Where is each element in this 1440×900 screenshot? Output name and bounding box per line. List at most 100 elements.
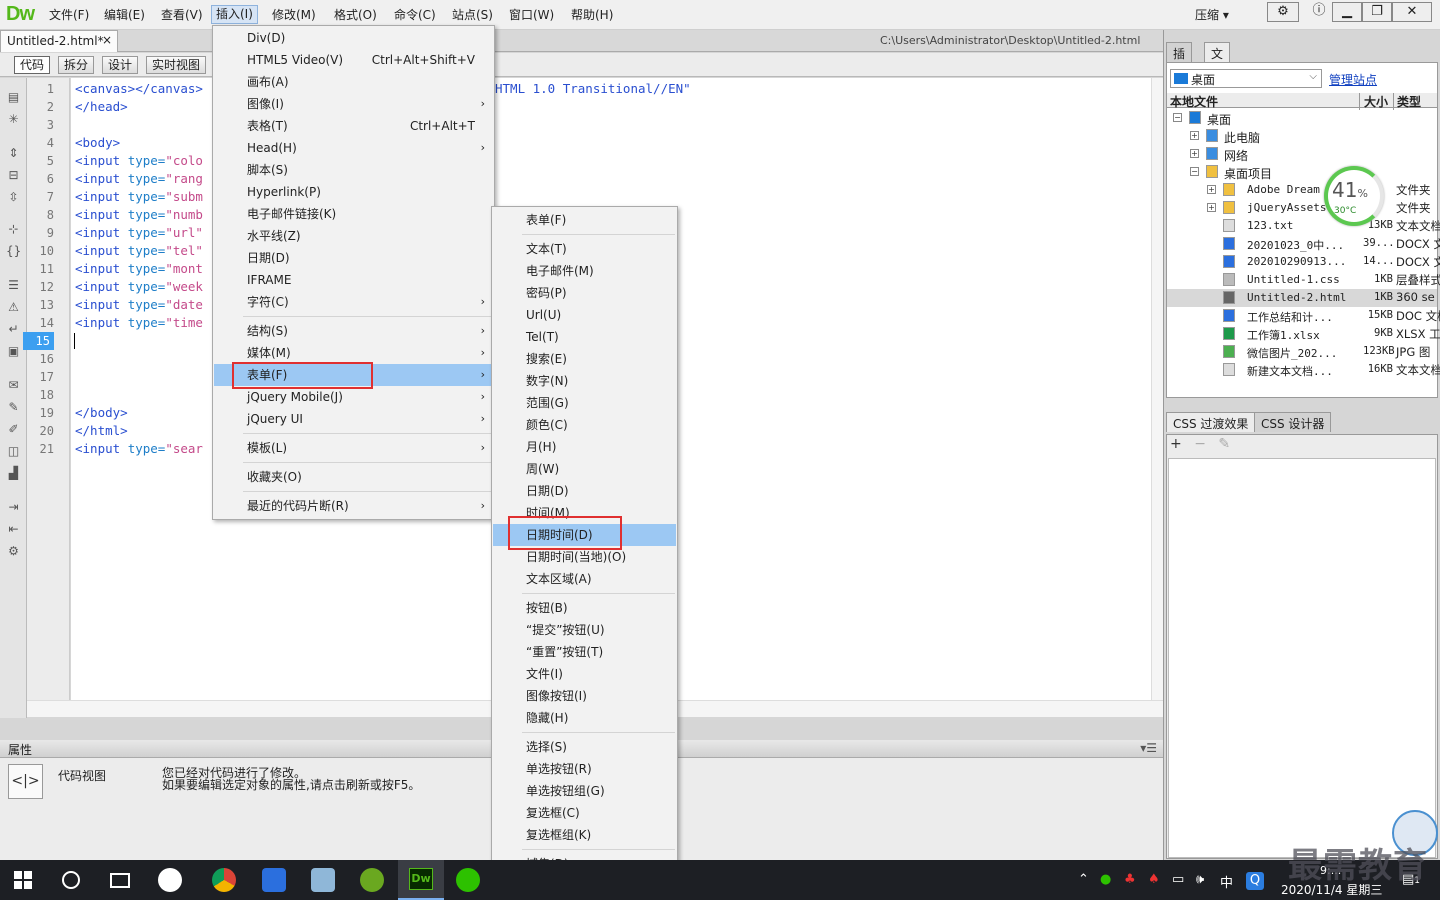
- tree-expander-icon[interactable]: +: [1207, 203, 1216, 212]
- form-menu-item[interactable]: 月(H): [493, 436, 676, 458]
- tab-files[interactable]: 文件: [1204, 42, 1231, 78]
- insert-menu-item[interactable]: 脚本(S): [214, 159, 493, 181]
- insert-menu-item[interactable]: Div(D): [214, 27, 493, 49]
- insert-menu-item[interactable]: jQuery Mobile(J) ›: [214, 386, 493, 408]
- menu-2[interactable]: 编辑(E): [104, 6, 145, 23]
- open-documents-icon[interactable]: ▤: [6, 90, 21, 104]
- form-menu-item[interactable]: 文件(I): [493, 663, 676, 685]
- compress-button[interactable]: 压缩 ▾: [1195, 6, 1229, 23]
- form-menu-item[interactable]: 日期(D): [493, 480, 676, 502]
- word-wrap-icon[interactable]: ↵: [6, 322, 21, 336]
- file-tree-row[interactable]: 20201023_0中... 39... DOCX 文: [1167, 235, 1440, 253]
- insert-menu-item[interactable]: 字符(C) ›: [214, 291, 493, 313]
- insert-menu-item[interactable]: 模板(L) ›: [214, 437, 493, 459]
- file-tree-row[interactable]: + jQueryAssets 文件夹: [1167, 199, 1437, 217]
- form-menu-item[interactable]: 密码(P): [493, 282, 676, 304]
- wechat-icon[interactable]: [456, 868, 480, 892]
- wps-writer-icon[interactable]: [262, 868, 286, 892]
- file-tree-row[interactable]: + 此电脑: [1167, 127, 1437, 145]
- tray-wechat-icon[interactable]: ●: [1100, 872, 1111, 887]
- tab-insert[interactable]: 插入: [1166, 42, 1193, 78]
- form-menu-item[interactable]: 搜索(E): [493, 348, 676, 370]
- insert-menu-item[interactable]: 画布(A): [214, 71, 493, 93]
- insert-menu-item[interactable]: 结构(S) ›: [214, 320, 493, 342]
- form-menu-item[interactable]: 按钮(B): [493, 597, 676, 619]
- minimize-icon[interactable]: ▁: [1332, 2, 1362, 22]
- document-tab[interactable]: Untitled-2.html* ×: [0, 30, 118, 52]
- file-tree-row[interactable]: 微信图片_202... 123KB JPG 图: [1167, 343, 1437, 361]
- insert-menu-item[interactable]: HTML5 Video(V) Ctrl+Alt+Shift+V: [214, 49, 493, 71]
- form-menu-item[interactable]: “重置”按钮(T): [493, 641, 676, 663]
- insert-menu-item[interactable]: 电子邮件链接(K): [214, 203, 493, 225]
- syntax-coloring-icon[interactable]: ▣: [6, 344, 21, 358]
- form-menu-item[interactable]: Url(U): [493, 304, 676, 326]
- file-tree-row[interactable]: Untitled-2.html 1KB 360 se: [1167, 289, 1437, 307]
- menu-6[interactable]: 格式(O): [334, 6, 377, 23]
- split-view-button[interactable]: 拆分: [58, 56, 95, 74]
- remove-icon[interactable]: −: [1194, 436, 1206, 452]
- edit-icon[interactable]: ✎: [1218, 436, 1230, 452]
- notepad-icon[interactable]: [311, 868, 335, 892]
- form-menu-item[interactable]: 单选按钮(R): [493, 758, 676, 780]
- ime-indicator[interactable]: 中: [1220, 872, 1233, 891]
- close-tab-icon[interactable]: ×: [102, 33, 112, 47]
- indent-code-icon[interactable]: ⇥: [6, 500, 21, 514]
- wrap-tag-icon[interactable]: ✐: [6, 422, 21, 436]
- insert-menu-item[interactable]: IFRAME: [214, 269, 493, 291]
- file-tree-row[interactable]: 工作簿1.xlsx 9KB XLSX 工: [1167, 325, 1440, 343]
- insert-menu-item[interactable]: 表格(T) Ctrl+Alt+T: [214, 115, 493, 137]
- show-code-navigator-icon[interactable]: ✳: [6, 112, 21, 126]
- file-tree-row[interactable]: 123.txt 13KB 文本文档: [1167, 217, 1440, 235]
- file-tree-row[interactable]: + 网络: [1167, 145, 1437, 163]
- form-menu-item[interactable]: 复选框组(K): [493, 824, 676, 846]
- form-menu-item[interactable]: 隐藏(H): [493, 707, 676, 729]
- file-tree-row[interactable]: 新建文本文档... 16KB 文本文档: [1167, 361, 1440, 379]
- file-tree-row[interactable]: 工作总结和计... 15KBDOC 文档: [1167, 307, 1440, 325]
- collapse-selection-icon[interactable]: ⊟: [6, 168, 21, 182]
- menu-10[interactable]: 帮助(H): [571, 6, 613, 23]
- design-view-button[interactable]: 设计: [102, 56, 139, 74]
- remove-comment-icon[interactable]: ✎: [6, 400, 21, 414]
- insert-menu-item[interactable]: Head(H) ›: [214, 137, 493, 159]
- task-view-icon[interactable]: [110, 873, 130, 888]
- select-parent-tag-icon[interactable]: ⊹: [6, 222, 21, 236]
- menu-9[interactable]: 窗口(W): [509, 6, 554, 23]
- search-icon[interactable]: [62, 871, 80, 889]
- tray-chevron-up-icon[interactable]: ⌃: [1078, 872, 1089, 887]
- outdent-code-icon[interactable]: ⇤: [6, 522, 21, 536]
- column-type[interactable]: 类型: [1393, 93, 1421, 110]
- file-tree-row[interactable]: − 桌面项目: [1167, 163, 1437, 181]
- melon-app-icon[interactable]: [360, 868, 384, 892]
- column-local-files[interactable]: 本地文件: [1170, 93, 1218, 110]
- insert-menu-item[interactable]: 日期(D): [214, 247, 493, 269]
- code-vertical-scrollbar[interactable]: [1151, 78, 1163, 700]
- volume-icon[interactable]: 🕪: [1196, 872, 1204, 887]
- form-menu-item[interactable]: 表单(F): [493, 209, 676, 231]
- insert-menu-item[interactable]: 最近的代码片断(R) ›: [214, 495, 493, 517]
- form-menu-item[interactable]: 选择(S): [493, 736, 676, 758]
- form-menu-item[interactable]: 文本区域(A): [493, 568, 676, 590]
- menu-8[interactable]: 站点(S): [452, 6, 493, 23]
- add-icon[interactable]: +: [1170, 436, 1182, 452]
- close-window-icon[interactable]: ✕: [1392, 2, 1432, 22]
- file-tree-row[interactable]: 202010290913... 14... DOCX 文: [1167, 253, 1440, 271]
- apply-comment-icon[interactable]: ✉: [6, 378, 21, 392]
- tree-expander-icon[interactable]: −: [1173, 113, 1182, 122]
- file-tree-row[interactable]: − 桌面: [1167, 109, 1437, 127]
- network-icon[interactable]: ▭: [1172, 872, 1184, 887]
- expand-all-icon[interactable]: ⇳: [6, 190, 21, 204]
- insert-menu-item[interactable]: 水平线(Z): [214, 225, 493, 247]
- form-menu-item[interactable]: “提交”按钮(U): [493, 619, 676, 641]
- panel-options-icon[interactable]: ▾☰: [1140, 741, 1157, 755]
- tab-css-designer[interactable]: CSS 设计器: [1254, 412, 1332, 432]
- dreamweaver-taskbar-button[interactable]: Dw: [398, 860, 444, 900]
- move-css-icon[interactable]: ▟: [6, 466, 21, 480]
- tray-qq2-icon[interactable]: ♠: [1148, 872, 1160, 887]
- form-menu-item[interactable]: 图像按钮(I): [493, 685, 676, 707]
- app-icon-s[interactable]: [158, 868, 182, 892]
- form-menu-item[interactable]: 颜色(C): [493, 414, 676, 436]
- insert-menu-item[interactable]: jQuery UI ›: [214, 408, 493, 430]
- menu-5[interactable]: 修改(M): [272, 6, 316, 23]
- code-view-button[interactable]: 代码: [14, 56, 51, 74]
- line-numbers-icon[interactable]: ☰: [6, 278, 21, 292]
